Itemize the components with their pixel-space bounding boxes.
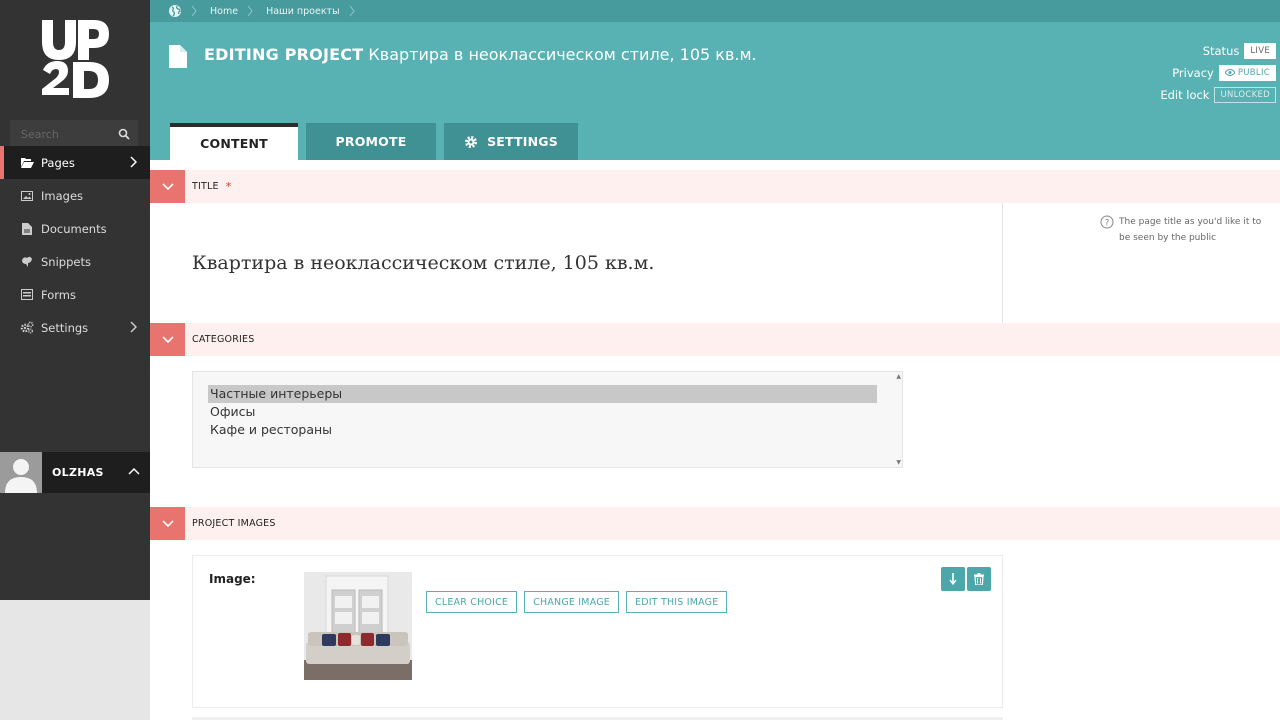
- tab-settings-label: SETTINGS: [487, 134, 558, 149]
- image-actions: CLEAR CHOICE CHANGE IMAGE EDIT THIS IMAG…: [426, 591, 734, 613]
- section-title-header: TITLE *: [150, 170, 1280, 203]
- help-text: The page title as you'd like it to be se…: [1119, 217, 1262, 243]
- chevron-up-icon: [128, 467, 140, 475]
- status-badge[interactable]: LIVE: [1244, 43, 1276, 59]
- sidebar: Pages Images Documents Snippets Forms: [0, 0, 150, 600]
- category-option[interactable]: Офисы: [193, 403, 902, 421]
- chevron-down-icon: [161, 519, 174, 527]
- section-images-label: PROJECT IMAGES: [192, 518, 276, 529]
- eye-icon: [1224, 69, 1236, 76]
- collapse-categories-button[interactable]: [150, 323, 185, 356]
- gear-icon: [465, 135, 478, 148]
- chevron-right-icon: [130, 156, 137, 168]
- search-input[interactable]: [10, 120, 110, 148]
- edit-lock-badge[interactable]: UNLOCKED: [1214, 87, 1276, 103]
- document-icon: [20, 222, 34, 236]
- chevron-down-icon: [161, 335, 174, 343]
- cogs-icon: [20, 321, 34, 335]
- sidebar-item-documents[interactable]: Documents: [0, 212, 150, 245]
- logo[interactable]: [38, 18, 112, 98]
- image-icon: [20, 189, 34, 203]
- sidebar-item-snippets[interactable]: Snippets: [0, 245, 150, 278]
- tab-promote[interactable]: PROMOTE: [306, 123, 436, 160]
- privacy-badge[interactable]: PUBLIC: [1218, 65, 1276, 81]
- folder-open-icon: [20, 156, 34, 170]
- sidebar-item-label: Forms: [41, 287, 76, 302]
- sidebar-item-label: Snippets: [41, 254, 91, 269]
- breadcrumb-separator-icon: [349, 5, 355, 17]
- collapse-title-button[interactable]: [150, 170, 185, 203]
- breadcrumb-separator-icon: [247, 5, 253, 17]
- image-block: Image: CLEAR CHOICE CHANGE IMAGE EDIT TH…: [192, 555, 1003, 708]
- help-icon: ?: [1100, 215, 1114, 229]
- required-mark: *: [225, 180, 232, 193]
- title-field[interactable]: Квартира в неоклассическом стиле, 105 кв…: [192, 252, 654, 274]
- search-box: [10, 120, 138, 148]
- svg-text:?: ?: [1105, 219, 1110, 229]
- breadcrumb-projects[interactable]: Наши проекты: [266, 6, 340, 17]
- section-categories-label: CATEGORIES: [192, 334, 255, 345]
- form-icon: [20, 288, 34, 302]
- avatar: [0, 452, 42, 493]
- page-icon: [169, 45, 187, 68]
- breadcrumb: Home Наши проекты: [150, 0, 1280, 22]
- collapse-images-button[interactable]: [150, 507, 185, 540]
- page-title-text: Квартира в неоклассическом стиле, 105 кв…: [368, 45, 757, 64]
- clear-choice-button[interactable]: CLEAR CHOICE: [426, 591, 518, 613]
- sidebar-item-settings[interactable]: Settings: [0, 311, 150, 344]
- sidebar-item-images[interactable]: Images: [0, 179, 150, 212]
- breadcrumb-separator-icon: [191, 5, 197, 17]
- category-option[interactable]: Частные интерьеры: [208, 385, 877, 403]
- scroll-down-icon[interactable]: ▼: [896, 459, 901, 466]
- privacy-label: Privacy: [1172, 66, 1214, 80]
- sidebar-item-forms[interactable]: Forms: [0, 278, 150, 311]
- arrow-down-icon: [949, 573, 957, 585]
- tab-content[interactable]: CONTENT: [170, 123, 298, 160]
- sidebar-item-label: Images: [41, 188, 84, 203]
- page-title: EDITING PROJECT Квартира в неоклассическ…: [204, 45, 757, 64]
- change-image-button[interactable]: CHANGE IMAGE: [524, 591, 620, 613]
- sidebar-item-label: Settings: [41, 320, 89, 335]
- category-option[interactable]: Кафе и рестораны: [193, 421, 902, 439]
- editor-main: TITLE * Квартира в неоклассическом стиле…: [150, 160, 1280, 720]
- snippet-icon: [20, 255, 34, 269]
- title-help: ? The page title as you'd like it to be …: [1100, 214, 1265, 246]
- status-label: Status: [1202, 44, 1240, 58]
- sidebar-item-label: Documents: [41, 221, 107, 236]
- editing-label: EDITING PROJECT: [204, 45, 364, 64]
- breadcrumb-home[interactable]: Home: [210, 6, 238, 17]
- move-down-button[interactable]: [941, 567, 965, 591]
- trash-icon: [974, 573, 984, 585]
- search-icon[interactable]: [118, 128, 130, 140]
- block-actions: [939, 567, 991, 591]
- field-divider: [1002, 203, 1003, 323]
- user-menu[interactable]: OLZHAS: [0, 452, 150, 493]
- image-field-label: Image:: [209, 572, 256, 586]
- categories-select[interactable]: Частные интерьеры Офисы Кафе и рестораны…: [192, 371, 903, 468]
- tab-settings[interactable]: SETTINGS: [444, 123, 578, 160]
- sidebar-item-label: Pages: [41, 155, 75, 170]
- page-header: Home Наши проекты EDITING PROJECT Кварти…: [150, 0, 1280, 160]
- editor-tabs: CONTENT PROMOTE SETTINGS: [170, 123, 586, 160]
- page-meta: Status LIVE Privacy PUBLIC Edit lock UNL…: [1160, 40, 1276, 106]
- sidebar-nav: Pages Images Documents Snippets Forms Se…: [0, 146, 150, 344]
- privacy-value: PUBLIC: [1237, 68, 1270, 78]
- section-title-label: TITLE: [192, 181, 219, 192]
- scroll-up-icon[interactable]: ▲: [896, 373, 901, 380]
- sidebar-item-pages[interactable]: Pages: [0, 146, 150, 179]
- user-name: OLZHAS: [52, 466, 104, 479]
- section-categories-header: CATEGORIES: [150, 323, 1280, 356]
- image-thumbnail[interactable]: [304, 572, 412, 680]
- delete-button[interactable]: [967, 567, 991, 591]
- edit-lock-label: Edit lock: [1160, 88, 1210, 102]
- section-images-header: PROJECT IMAGES: [150, 507, 1280, 540]
- chevron-down-icon: [161, 182, 174, 190]
- edit-image-button[interactable]: EDIT THIS IMAGE: [626, 591, 728, 613]
- globe-icon[interactable]: [168, 4, 182, 18]
- chevron-right-icon: [130, 321, 137, 333]
